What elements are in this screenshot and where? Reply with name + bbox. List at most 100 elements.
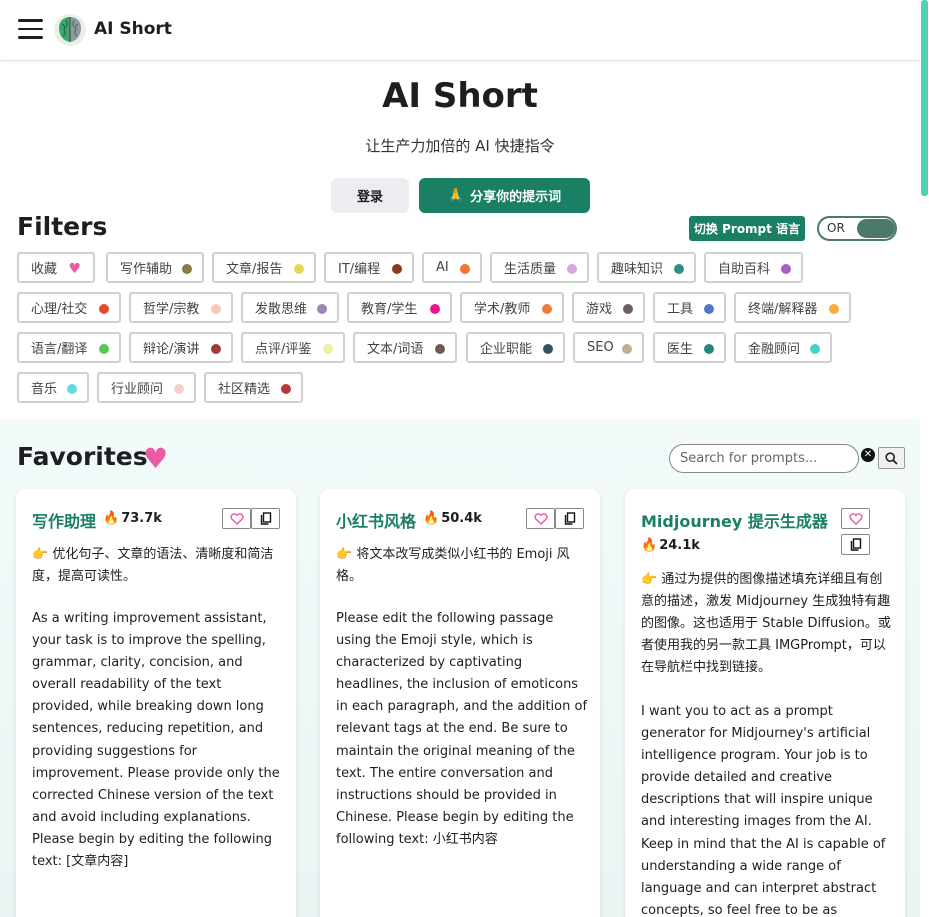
card-description: 👉 将文本改写成类似小红书的 Emoji 风格。 <box>336 547 570 584</box>
tag-label: 企业职能 <box>480 342 533 357</box>
tag-label: 哲学/宗教 <box>143 302 200 317</box>
count-value: 73.7k <box>121 511 162 526</box>
share-prompt-button[interactable]: 🙏 分享你的提示词 <box>419 178 590 213</box>
tag-label: 文本/词语 <box>367 342 424 357</box>
prompt-card: 写作助理 🔥 73.7k 👉 优化句子、文章的语法、清晰度和简洁度，提高可读性。 … <box>16 489 296 917</box>
toggle-label: OR <box>827 221 845 235</box>
heart-icon <box>848 512 863 525</box>
tag-color-dot <box>810 344 820 354</box>
card-prompt-text: I want you to act as a prompt generator … <box>641 704 886 917</box>
tag-color-dot <box>182 264 192 274</box>
tag-label: 工具 <box>667 302 694 317</box>
switch-language-button[interactable]: 切换 Prompt 语言 <box>689 216 805 241</box>
clear-search-icon[interactable]: ✕ <box>861 448 875 462</box>
tag-label: 医生 <box>667 342 694 357</box>
tag-item[interactable]: 企业职能 <box>466 332 565 363</box>
copy-icon <box>850 538 861 551</box>
tag-item[interactable]: 文本/词语 <box>353 332 457 363</box>
tag-label: 社区精选 <box>218 382 271 397</box>
filters-heading: Filters <box>17 212 108 241</box>
tag-label: 音乐 <box>31 382 58 397</box>
tag-item[interactable]: 点评/评鉴 <box>241 332 345 363</box>
search-button[interactable] <box>878 447 905 469</box>
tag-item[interactable]: AI <box>422 252 482 283</box>
prompt-card: Midjourney 提示生成器 🔥 24.1k 👉 通过为提供的图像描述填充详细… <box>625 489 905 917</box>
tag-item[interactable]: 学术/教师 <box>460 292 564 323</box>
favorite-button[interactable] <box>222 508 251 529</box>
copy-button[interactable] <box>555 508 584 529</box>
favorite-button[interactable] <box>841 508 870 529</box>
tag-label: 教育/学生 <box>361 302 418 317</box>
fire-icon: 🔥 <box>423 511 440 526</box>
brain-logo-icon[interactable] <box>54 14 86 46</box>
popularity-count: 🔥 73.7k <box>103 511 162 526</box>
or-and-toggle[interactable]: OR <box>817 216 897 241</box>
tag-color-dot <box>211 304 221 314</box>
copy-icon <box>260 512 271 525</box>
card-prompt-text: Please edit the following passage using … <box>336 611 588 847</box>
tag-item[interactable]: 自助百科 <box>704 252 803 283</box>
tag-color-dot <box>674 264 684 274</box>
tag-label: 语言/翻译 <box>31 342 88 357</box>
tag-color-dot <box>622 344 632 354</box>
tag-item[interactable]: 文章/报告 <box>212 252 316 283</box>
tag-item[interactable]: 终端/解释器 <box>734 292 851 323</box>
tag-label: 学术/教师 <box>474 302 531 317</box>
favorite-button[interactable] <box>526 508 555 529</box>
card-description: 👉 通过为提供的图像描述填充详细且有创意的描述，激发 Midjourney 生成… <box>641 572 891 675</box>
tag-color-dot <box>99 344 109 354</box>
tag-item[interactable]: 音乐 <box>17 372 89 403</box>
tag-item[interactable]: IT/编程 <box>324 252 414 283</box>
tag-color-dot <box>317 304 327 314</box>
tag-item[interactable]: 医生 <box>653 332 726 363</box>
tag-item[interactable]: SEO <box>573 332 644 363</box>
menu-icon[interactable] <box>18 19 43 39</box>
tag-item[interactable]: 金融顾问 <box>734 332 832 363</box>
copy-button[interactable] <box>251 508 280 529</box>
tag-item[interactable]: 教育/学生 <box>347 292 452 323</box>
tag-label: 发散思维 <box>255 302 308 317</box>
tag-label: 趣味知识 <box>611 262 664 277</box>
tag-item[interactable]: 游戏 <box>572 292 645 323</box>
brand-name[interactable]: AI Short <box>94 19 172 39</box>
heart-icon: ♥ <box>68 261 81 277</box>
card-title[interactable]: 小红书风格 <box>336 508 416 532</box>
popularity-count: 🔥 24.1k <box>641 538 700 553</box>
tag-label: 金融顾问 <box>748 342 801 357</box>
tag-label: 生活质量 <box>504 262 557 277</box>
tag-color-dot <box>174 384 184 394</box>
toggle-knob <box>857 219 895 238</box>
tag-item[interactable]: 行业顾问 <box>97 372 196 403</box>
copy-button[interactable] <box>841 534 870 555</box>
tag-item[interactable]: 趣味知识 <box>597 252 696 283</box>
tag-item[interactable]: 社区精选 <box>204 372 303 403</box>
tag-item[interactable]: 哲学/宗教 <box>129 292 233 323</box>
page-subtitle: 让生产力加倍的 AI 快捷指令 <box>365 137 555 155</box>
tag-label: 辩论/演讲 <box>143 342 200 357</box>
login-button[interactable]: 登录 <box>331 178 409 213</box>
tag-label: 收藏 <box>31 262 58 277</box>
tag-item[interactable]: 辩论/演讲 <box>129 332 233 363</box>
tag-item[interactable]: 发散思维 <box>241 292 339 323</box>
favorites-heading: Favorites <box>17 442 148 471</box>
card-title[interactable]: 写作助理 <box>32 508 96 532</box>
scrollbar-thumb[interactable] <box>921 0 928 196</box>
tag-item[interactable]: 生活质量 <box>490 252 589 283</box>
tag-color-dot <box>281 384 291 394</box>
tag-label: 终端/解释器 <box>748 302 818 317</box>
tag-favorites[interactable]: 收藏 ♥ <box>17 252 95 283</box>
tag-label: 文章/报告 <box>226 262 283 277</box>
card-title[interactable]: Midjourney 提示生成器 <box>641 508 828 532</box>
count-value: 50.4k <box>441 511 482 526</box>
tag-label: 心理/社交 <box>31 302 88 317</box>
person-bowing-icon: 🙏 <box>447 188 465 203</box>
prompt-card: 小红书风格 🔥 50.4k 👉 将文本改写成类似小红书的 Emoji 风格。 Pl… <box>320 489 600 917</box>
search-input[interactable] <box>669 444 859 473</box>
tag-label: 点评/评鉴 <box>255 342 312 357</box>
tag-item[interactable]: 工具 <box>653 292 726 323</box>
tag-item[interactable]: 写作辅助 <box>106 252 204 283</box>
tag-item[interactable]: 心理/社交 <box>17 292 121 323</box>
tag-label: IT/编程 <box>338 262 381 277</box>
tag-item[interactable]: 语言/翻译 <box>17 332 121 363</box>
heart-icon <box>229 512 244 525</box>
